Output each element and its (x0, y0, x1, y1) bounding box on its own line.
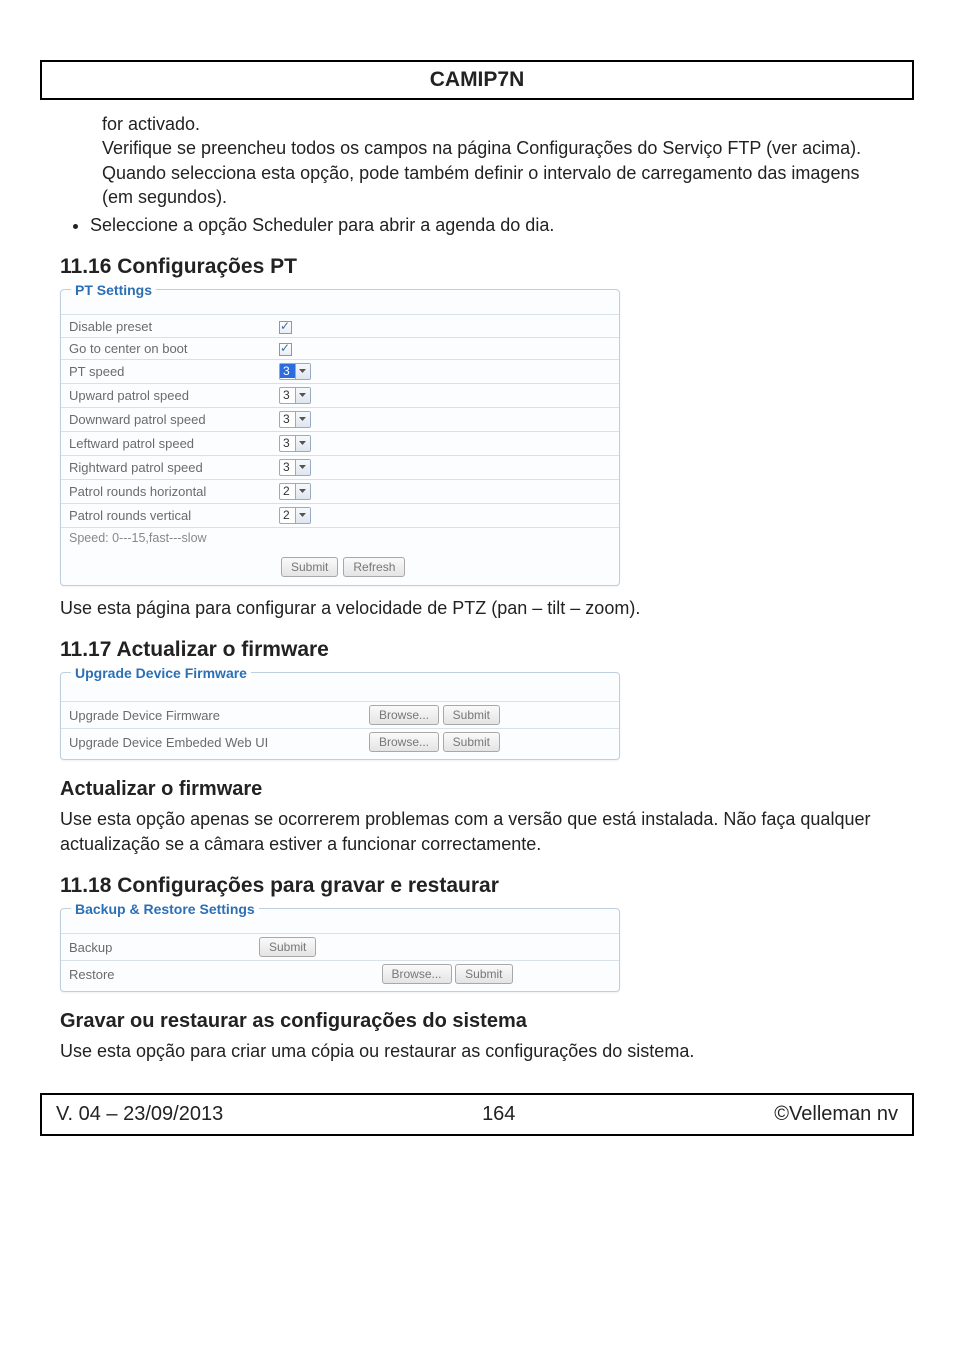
select-down-speed-value: 3 (280, 412, 295, 426)
chevron-down-icon (295, 460, 310, 475)
select-pt-speed-value: 3 (280, 364, 295, 378)
firmware-panel: Upgrade Device Firmware Upgrade Device F… (60, 672, 620, 760)
pt-settings-panel: PT Settings Disable preset Go to center … (60, 289, 620, 586)
browse-button[interactable]: Browse... (382, 964, 452, 984)
select-up-speed[interactable]: 3 (279, 387, 311, 404)
bullet-list: Seleccione a opção Scheduler para abrir … (60, 213, 894, 237)
pt-after-text: Use esta página para configurar a veloci… (60, 596, 894, 620)
label-pt-speed: PT speed (61, 359, 271, 383)
label-rounds-v: Patrol rounds vertical (61, 503, 271, 527)
row-upgrade-webui: Upgrade Device Embeded Web UI Browse... … (61, 729, 619, 756)
select-pt-speed[interactable]: 3 (279, 363, 311, 380)
select-right-speed-value: 3 (280, 460, 295, 474)
backup-restore-legend: Backup & Restore Settings (71, 901, 259, 917)
checkbox-go-center[interactable] (279, 343, 292, 356)
label-restore: Restore (61, 961, 251, 988)
select-rounds-v-value: 2 (280, 508, 295, 522)
chevron-down-icon (295, 484, 310, 499)
sub-heading-firmware: Actualizar o firmware (60, 778, 894, 801)
row-rounds-h: Patrol rounds horizontal 2 (61, 479, 619, 503)
row-rounds-v: Patrol rounds vertical 2 (61, 503, 619, 527)
submit-button[interactable]: Submit (259, 937, 316, 957)
chevron-down-icon (295, 508, 310, 523)
row-down-speed: Downward patrol speed 3 (61, 407, 619, 431)
footer-page-number: 164 (482, 1103, 515, 1126)
continued-text-1: for activado. (102, 112, 894, 136)
footer-version: V. 04 – 23/09/2013 (56, 1103, 223, 1126)
label-up-speed: Upward patrol speed (61, 383, 271, 407)
label-left-speed: Leftward patrol speed (61, 431, 271, 455)
page-header: CAMIP7N (40, 60, 914, 100)
label-speed-footnote: Speed: 0---15,fast---slow (61, 527, 619, 549)
row-go-center: Go to center on boot (61, 337, 619, 359)
label-disable-preset: Disable preset (61, 315, 271, 337)
sub-heading-backup-restore: Gravar ou restaurar as configurações do … (60, 1010, 894, 1033)
heading-backup-restore: 11.18 Configurações para gravar e restau… (60, 874, 894, 898)
chevron-down-icon (295, 364, 310, 379)
checkbox-disable-preset[interactable] (279, 321, 292, 334)
select-rounds-v[interactable]: 2 (279, 507, 311, 524)
row-backup: Backup Submit (61, 934, 619, 961)
label-go-center: Go to center on boot (61, 337, 271, 359)
backup-restore-after-text: Use esta opção para criar uma cópia ou r… (60, 1039, 894, 1063)
label-down-speed: Downward patrol speed (61, 407, 271, 431)
label-right-speed: Rightward patrol speed (61, 455, 271, 479)
label-upgrade-webui: Upgrade Device Embeded Web UI (61, 729, 361, 756)
submit-button[interactable]: Submit (443, 732, 500, 752)
select-down-speed[interactable]: 3 (279, 411, 311, 428)
select-rounds-h[interactable]: 2 (279, 483, 311, 500)
page-footer: V. 04 – 23/09/2013 164 ©Velleman nv (40, 1093, 914, 1136)
browse-button[interactable]: Browse... (369, 732, 439, 752)
submit-button[interactable]: Submit (455, 964, 512, 984)
submit-button[interactable]: Submit (443, 705, 500, 725)
pt-buttons-row: Submit Refresh (61, 549, 619, 577)
chevron-down-icon (295, 436, 310, 451)
chevron-down-icon (295, 388, 310, 403)
select-right-speed[interactable]: 3 (279, 459, 311, 476)
label-upgrade-firmware: Upgrade Device Firmware (61, 702, 361, 729)
select-rounds-h-value: 2 (280, 484, 295, 498)
row-right-speed: Rightward patrol speed 3 (61, 455, 619, 479)
row-disable-preset: Disable preset (61, 315, 619, 337)
label-backup: Backup (61, 934, 251, 961)
row-restore: Restore Browse... Submit (61, 961, 619, 988)
footer-copyright: ©Velleman nv (774, 1103, 898, 1126)
refresh-button[interactable]: Refresh (343, 557, 405, 577)
select-left-speed[interactable]: 3 (279, 435, 311, 452)
row-up-speed: Upward patrol speed 3 (61, 383, 619, 407)
header-title: CAMIP7N (430, 68, 525, 91)
select-up-speed-value: 3 (280, 388, 295, 402)
row-left-speed: Leftward patrol speed 3 (61, 431, 619, 455)
pt-settings-table: Disable preset Go to center on boot PT s… (61, 314, 619, 549)
firmware-legend: Upgrade Device Firmware (71, 665, 251, 681)
continued-text-2: Verifique se preencheu todos os campos n… (102, 136, 894, 209)
row-pt-speed: PT speed 3 (61, 359, 619, 383)
row-speed-footnote: Speed: 0---15,fast---slow (61, 527, 619, 549)
firmware-table: Upgrade Device Firmware Browse... Submit… (61, 701, 619, 755)
firmware-after-text: Use esta opção apenas se ocorrerem probl… (60, 807, 894, 856)
submit-button[interactable]: Submit (281, 557, 338, 577)
select-left-speed-value: 3 (280, 436, 295, 450)
backup-restore-panel: Backup & Restore Settings Backup Submit … (60, 908, 620, 992)
chevron-down-icon (295, 412, 310, 427)
heading-firmware: 11.17 Actualizar o firmware (60, 638, 894, 662)
bullet-scheduler: Seleccione a opção Scheduler para abrir … (90, 213, 894, 237)
row-upgrade-firmware: Upgrade Device Firmware Browse... Submit (61, 702, 619, 729)
browse-button[interactable]: Browse... (369, 705, 439, 725)
backup-restore-table: Backup Submit Restore Browse... Submit (61, 933, 619, 987)
pt-settings-legend: PT Settings (71, 282, 156, 298)
heading-pt-settings: 11.16 Configurações PT (60, 255, 894, 279)
label-rounds-h: Patrol rounds horizontal (61, 479, 271, 503)
